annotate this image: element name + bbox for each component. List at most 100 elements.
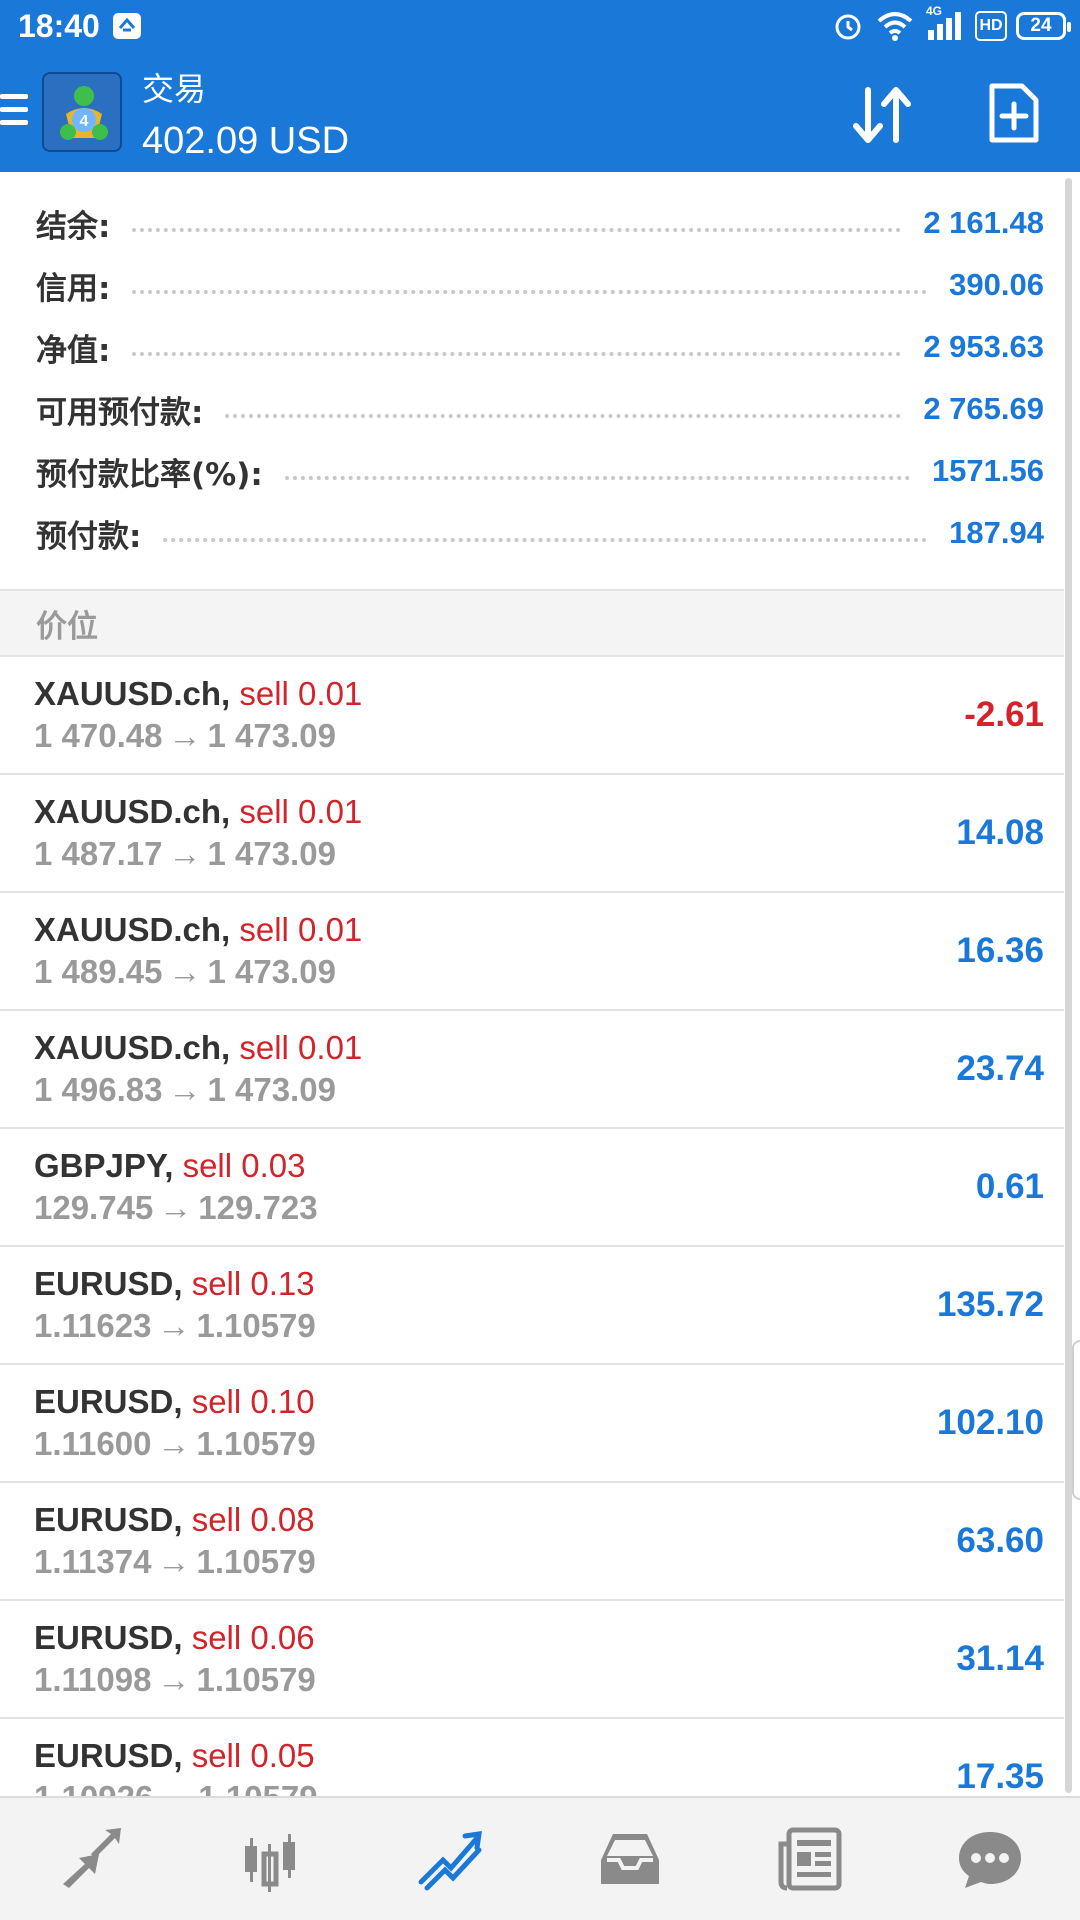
position-row[interactable]: XAUUSD.ch, sell 0.01 1 470.48→1 473.09 -2.… [0, 657, 1064, 775]
position-title: EURUSD, sell 0.08 [34, 1501, 315, 1539]
battery-level: 24 [1030, 15, 1051, 37]
app-header: 18:40 4G [0, 0, 1080, 172]
current-price: 129.723 [198, 1189, 317, 1226]
position-symbol: XAUUSD.ch, [34, 911, 230, 948]
position-row[interactable]: GBPJPY, sell 0.03129.745→129.7230.61 [0, 1129, 1064, 1247]
account-value: 390.06 [949, 267, 1044, 303]
position-profit: -2.61 [964, 695, 1044, 735]
status-time: 18:40 [18, 8, 100, 45]
new-order-icon[interactable] [988, 82, 1040, 144]
position-row[interactable]: EURUSD, sell 0.131.11623→1.10579135.72 [0, 1247, 1064, 1365]
menu-icon[interactable] [0, 94, 28, 128]
position-profit: 63.60 [956, 1521, 1044, 1561]
arrow-icon: → [159, 1779, 192, 1797]
sort-icon[interactable] [846, 84, 918, 146]
position-symbol: EURUSD, [34, 1265, 183, 1302]
mt4-logo-icon: 4 [44, 74, 122, 152]
account-label: 结余: [36, 201, 110, 246]
status-bar: 18:40 4G [0, 0, 1080, 52]
arrow-icon: → [168, 1071, 201, 1109]
account-row: 预付款比率(%):1571.56 [0, 440, 1064, 502]
account-row: 信用: 390.06 [0, 254, 1064, 316]
nav-quotes[interactable] [0, 1798, 180, 1920]
wifi-icon [876, 10, 914, 42]
position-row[interactable]: XAUUSD.ch, sell 0.011 489.45→1 473.0916.… [0, 893, 1064, 1011]
section-title: 价位 [36, 601, 98, 646]
position-side: sell 0.05 [192, 1737, 315, 1774]
position-profit: 14.08 [956, 813, 1044, 853]
nav-inbox[interactable] [540, 1798, 720, 1920]
account-value: 2 953.63 [923, 329, 1044, 365]
position-prices: 1 487.17→1 473.09 [34, 835, 336, 873]
current-price: 1 473.09 [207, 953, 335, 990]
position-prices: 1.11623→1.10579 [34, 1307, 316, 1345]
leader-dots [225, 414, 901, 418]
position-prices: 1.10926→1.10579 [34, 1779, 318, 1797]
position-row[interactable]: EURUSD, sell 0.081.11374→1.1057963.60 [0, 1483, 1064, 1601]
edge-handle[interactable] [1072, 1340, 1080, 1500]
position-profit: 0.61 [976, 1167, 1044, 1207]
logo-badge: 4 [80, 113, 89, 130]
news-icon [775, 1824, 845, 1894]
position-title: EURUSD, sell 0.13 [34, 1265, 315, 1303]
nav-chart[interactable] [180, 1798, 360, 1920]
position-side: sell 0.13 [192, 1265, 315, 1302]
position-row[interactable]: XAUUSD.ch, sell 0.011 496.83→1 473.0923.… [0, 1011, 1064, 1129]
position-title: GBPJPY, sell 0.03 [34, 1147, 306, 1185]
account-label: 信用: [36, 263, 110, 308]
position-side: sell 0.01 [239, 675, 362, 712]
nav-trade[interactable] [360, 1798, 540, 1920]
account-row: 可用预付款: 2 765.69 [0, 378, 1064, 440]
position-side: sell 0.01 [239, 793, 362, 830]
position-row[interactable]: XAUUSD.ch, sell 0.01 1 487.17→1 473.09 14.… [0, 775, 1064, 893]
position-prices: 1 470.48→1 473.09 [34, 717, 336, 755]
account-summary: 结余:2 161.48信用:390.06净值:2 953.63可用预付款:2 7… [0, 172, 1064, 564]
position-title: XAUUSD.ch, sell 0.01 [34, 793, 362, 831]
account-row: 预付款:187.94 [0, 502, 1064, 564]
chat-icon [955, 1824, 1025, 1894]
position-symbol: XAUUSD.ch, [34, 1029, 230, 1066]
position-prices: 1 489.45→1 473.09 [34, 953, 336, 991]
arrow-icon: → [157, 1543, 190, 1581]
current-price: 1 473.09 [207, 835, 335, 872]
open-price: 1.11623 [34, 1307, 151, 1344]
scrollbar[interactable] [1065, 178, 1072, 1793]
account-value: 2 765.69 [923, 391, 1044, 427]
leader-dots [132, 228, 901, 232]
battery-indicator: 24 [1016, 12, 1066, 40]
position-row[interactable]: EURUSD, sell 0.101.11600→1.10579102.10 [0, 1365, 1064, 1483]
position-prices: 1 496.83→1 473.09 [34, 1071, 336, 1109]
position-title: EURUSD, sell 0.06 [34, 1619, 315, 1657]
position-title: EURUSD, sell 0.05 [34, 1737, 315, 1775]
open-price: 1 496.83 [34, 1071, 162, 1108]
account-row: 净值:2 953.63 [0, 316, 1064, 378]
current-price: 1.10579 [198, 1779, 317, 1797]
current-price: 1.10579 [196, 1425, 315, 1462]
open-price: 1.11374 [34, 1543, 151, 1580]
account-label: 可用预付款: [36, 387, 203, 432]
position-prices: 1.11098→1.10579 [34, 1661, 316, 1699]
positions-section-header: 价位 [0, 589, 1064, 657]
nav-chat[interactable] [900, 1798, 1080, 1920]
position-side: sell 0.10 [192, 1383, 315, 1420]
leader-dots [132, 290, 927, 294]
arrow-icon: → [157, 1661, 190, 1699]
network-type-label: 4G [926, 4, 942, 18]
position-row[interactable]: EURUSD, sell 0.051.10926→1.1057917.35 [0, 1719, 1064, 1797]
position-side: sell 0.03 [183, 1147, 306, 1184]
position-profit: 31.14 [956, 1639, 1044, 1679]
nav-news[interactable] [720, 1798, 900, 1920]
position-symbol: XAUUSD.ch, [34, 675, 230, 712]
positions-list[interactable]: XAUUSD.ch, sell 0.01 1 470.48→1 473.09 -2.… [0, 657, 1064, 1797]
current-price: 1 473.09 [207, 717, 335, 754]
position-row[interactable]: EURUSD, sell 0.06 1.11098→1.10579 31.14 [0, 1601, 1064, 1719]
position-symbol: EURUSD, [34, 1501, 183, 1538]
current-price: 1.10579 [196, 1307, 315, 1344]
position-title: XAUUSD.ch, sell 0.01 [34, 911, 362, 949]
open-price: 1.11600 [34, 1425, 151, 1462]
current-price: 1 473.09 [207, 1071, 335, 1108]
trade-trend-icon [415, 1824, 485, 1894]
cellular-signal-icon: 4G [926, 10, 962, 42]
leader-dots [132, 352, 901, 356]
leader-dots [285, 476, 910, 480]
